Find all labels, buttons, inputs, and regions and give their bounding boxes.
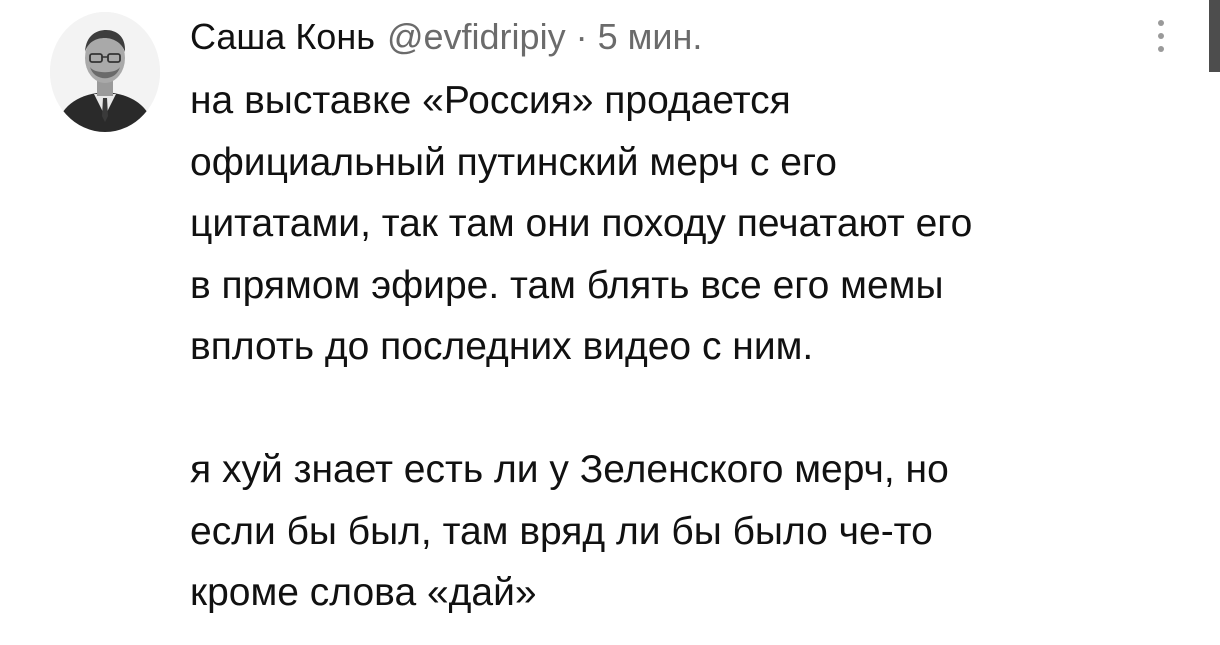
- post-timestamp[interactable]: 5 мин.: [598, 12, 703, 62]
- text-line: я хуй знает есть ли у Зеленского мерч, н…: [190, 448, 949, 491]
- more-options-button[interactable]: [1146, 14, 1176, 58]
- avatar-photo-icon: [50, 12, 160, 132]
- text-line: цитатами, так там они походу печатают ег…: [190, 202, 973, 245]
- scrollbar-thumb[interactable]: [1209, 0, 1220, 72]
- avatar[interactable]: [50, 12, 160, 132]
- text-line: в прямом эфире. там блять все его мемы: [190, 263, 944, 307]
- header-separator: ·: [575, 16, 588, 57]
- tweet: Саша Конь @evfidripiy · 5 мин. на выстав…: [0, 0, 1220, 645]
- tweet-paragraph: на выставке «Россия» продается официальн…: [190, 70, 1180, 378]
- text-line: вплоть до последних видео с ним.: [190, 325, 814, 368]
- text-line: если бы был, там вряд ли бы было че-то: [190, 509, 933, 553]
- text-line: официальный путинский мерч с его: [190, 140, 837, 184]
- tweet-paragraph: я хуй знает есть ли у Зеленского мерч, н…: [190, 439, 1180, 624]
- author-handle[interactable]: @evfidripiy: [387, 12, 566, 62]
- more-vertical-icon: [1158, 20, 1164, 26]
- text-line: на выставке «Россия» продается: [190, 79, 791, 122]
- tweet-header: Саша Конь @evfidripiy · 5 мин.: [190, 12, 702, 62]
- tweet-text: на выставке «Россия» продается официальн…: [190, 70, 1180, 624]
- text-line: кроме слова «дай»: [190, 571, 537, 614]
- more-vertical-icon-dot: [1158, 33, 1164, 39]
- author-display-name[interactable]: Саша Конь: [190, 12, 375, 62]
- more-vertical-icon-dot: [1158, 46, 1164, 52]
